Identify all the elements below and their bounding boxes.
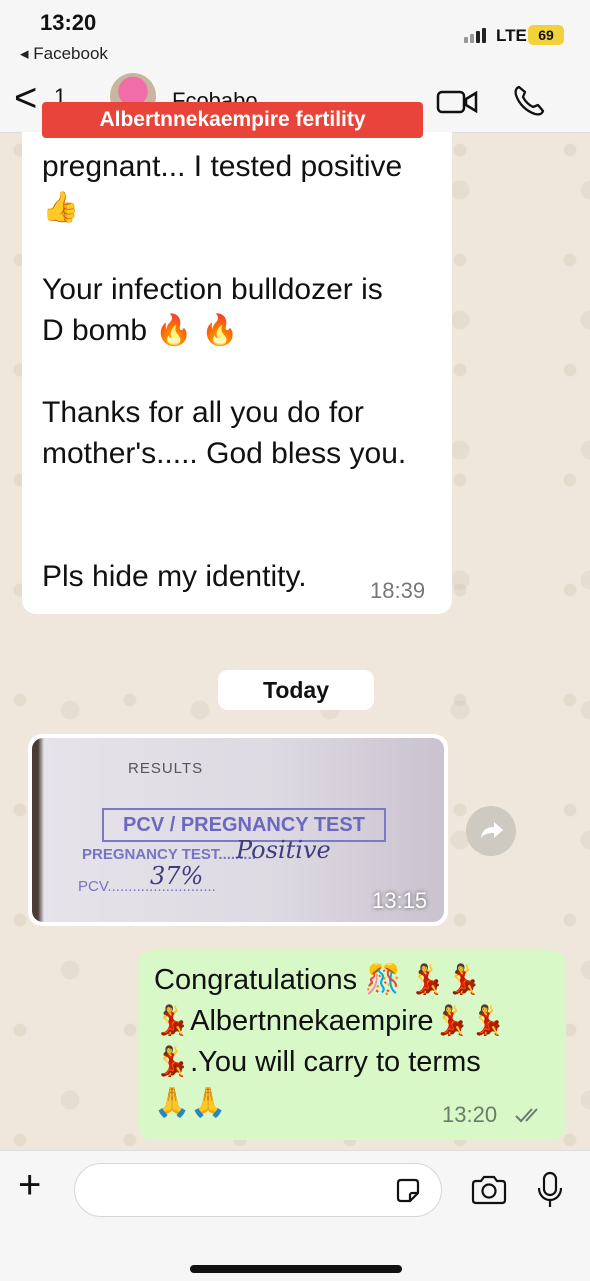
composer-bar: +: [0, 1150, 590, 1281]
message-line: 💃Albertnnekaempire💃💃: [154, 1005, 506, 1037]
status-bar: 13:20 ◂ Facebook LTE 69: [0, 0, 590, 70]
status-time: 13:20: [40, 10, 97, 35]
forward-icon[interactable]: [466, 806, 516, 856]
message-line: D bomb 🔥 🔥: [42, 314, 239, 347]
back-to-app-link[interactable]: ◂ Facebook: [20, 44, 108, 64]
message-line: Your infection bulldozer is: [42, 273, 383, 306]
watermark-banner: Albertnnekaempire fertility: [42, 102, 423, 138]
phone-call-icon[interactable]: [512, 84, 546, 118]
photo-results-label: RESULTS: [128, 760, 204, 777]
sticker-icon[interactable]: [394, 1177, 422, 1205]
battery-icon: 69: [528, 25, 564, 45]
network-label: LTE: [496, 26, 527, 45]
outgoing-message-text: Congratulations 🎊 💃💃 💃Albertnnekaempire💃…: [154, 960, 554, 1124]
signal-icon: [464, 28, 486, 43]
home-indicator: [190, 1265, 402, 1273]
microphone-icon[interactable]: [536, 1171, 564, 1209]
image-message-bubble[interactable]: RESULTS PCV / PREGNANCY TEST PREGNANCY T…: [28, 734, 448, 926]
message-line: mother's..... God bless you.: [42, 437, 407, 470]
camera-icon[interactable]: [470, 1175, 508, 1205]
message-timestamp: 18:39: [370, 578, 426, 603]
message-timestamp: 13:20: [442, 1102, 498, 1127]
read-receipt-icon: [515, 1108, 538, 1123]
message-line: 👍: [42, 191, 80, 224]
image-timestamp: 13:15: [372, 888, 428, 913]
incoming-message-text: pregnant... I tested positive 👍 Your inf…: [42, 146, 442, 597]
battery-level: 69: [538, 27, 554, 43]
date-divider: Today: [218, 670, 374, 710]
photo-handwritten-result: Positive: [236, 836, 331, 864]
message-input[interactable]: [74, 1163, 442, 1217]
photo-handwritten-pcv: 37%: [150, 862, 204, 890]
message-line: pregnant... I tested positive: [42, 150, 403, 183]
photo-stamp-pregnancy: PREGNANCY TEST.........: [82, 846, 256, 863]
attach-plus-icon[interactable]: +: [18, 1165, 41, 1205]
message-line: Congratulations 🎊 💃💃: [154, 964, 482, 996]
message-line: Thanks for all you do for: [42, 396, 364, 429]
video-call-icon[interactable]: [436, 88, 478, 116]
incoming-message-bubble[interactable]: pregnant... I tested positive 👍 Your inf…: [22, 132, 452, 614]
test-result-photo[interactable]: RESULTS PCV / PREGNANCY TEST PREGNANCY T…: [32, 738, 444, 922]
back-chevron-icon[interactable]: <: [14, 78, 37, 118]
outgoing-message-bubble[interactable]: Congratulations 🎊 💃💃 💃Albertnnekaempire💃…: [138, 950, 566, 1140]
message-line: 💃.You will carry to terms: [154, 1046, 481, 1078]
